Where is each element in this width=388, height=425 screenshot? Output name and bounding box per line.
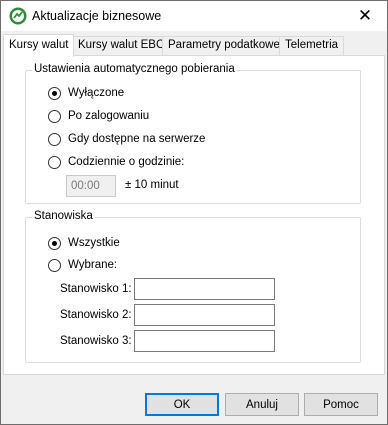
workstation-3-input[interactable] [134, 330, 275, 352]
radio-label: Wszystkie [68, 237, 120, 249]
close-icon: ✕ [357, 6, 373, 25]
time-tolerance-note: ± 10 minut [125, 179, 179, 191]
workstations-legend: Stanowiska [32, 210, 95, 222]
radio-label: Wybrane: [68, 259, 118, 271]
radio-label: Wyłączone [68, 87, 125, 99]
ok-button[interactable]: OK [145, 393, 219, 416]
workstation-3-label: Stanowisko 3: [60, 335, 132, 347]
radio-button[interactable] [48, 236, 61, 250]
radio-button[interactable] [48, 86, 61, 100]
radio-label: Po zalogowaniu [68, 110, 150, 122]
tab-parametry-podatkowe[interactable]: Parametry podatkowe [162, 36, 286, 55]
workstations-group: Stanowiska Wszystkie Wybrane: Stanowisko… [25, 210, 361, 363]
title-bar: Aktualizacje biznesowe ✕ [1, 1, 387, 31]
radio-button[interactable] [48, 258, 61, 272]
radio-label: Codziennie o godzinie: [68, 156, 185, 168]
radio-option-wszystkie[interactable]: Wszystkie [48, 235, 120, 251]
workstation-1-label: Stanowisko 1: [60, 283, 132, 295]
window-title: Aktualizacje biznesowe [32, 9, 162, 23]
radio-label: Gdy dostępne na serwerze [68, 133, 206, 145]
tab-telemetria[interactable]: Telemetria [279, 36, 345, 55]
radio-option-gdy-dostepne[interactable]: Gdy dostępne na serwerze [48, 131, 205, 147]
tab-panel-kursy-walut: Ustawienia automatycznego pobierania Wył… [3, 55, 385, 375]
app-logo-icon [9, 7, 27, 25]
help-button[interactable]: Pomoc [304, 393, 378, 416]
workstation-2-input[interactable] [134, 304, 275, 326]
radio-button[interactable] [48, 109, 61, 123]
radio-button[interactable] [48, 155, 61, 169]
radio-option-po-zalogowaniu[interactable]: Po zalogowaniu [48, 108, 149, 124]
cancel-button[interactable]: Anuluj [225, 393, 299, 416]
workstation-1-input[interactable] [134, 278, 275, 300]
radio-option-wylaczone[interactable]: Wyłączone [48, 85, 124, 101]
dialog-window: Aktualizacje biznesowe ✕ Kursy walut Kur… [0, 0, 388, 425]
auto-fetch-legend: Ustawienia automatycznego pobierania [32, 63, 237, 75]
auto-fetch-group: Ustawienia automatycznego pobierania Wył… [25, 63, 361, 204]
radio-button[interactable] [48, 132, 61, 146]
radio-option-codziennie[interactable]: Codziennie o godzinie: [48, 154, 184, 170]
tab-kursy-walut[interactable]: Kursy walut [3, 34, 75, 57]
workstation-2-label: Stanowisko 2: [60, 309, 132, 321]
tab-kursy-walut-ebc[interactable]: Kursy walut EBC [72, 36, 171, 55]
close-button[interactable]: ✕ [343, 1, 387, 31]
radio-option-wybrane[interactable]: Wybrane: [48, 257, 117, 273]
time-input[interactable] [66, 175, 116, 197]
